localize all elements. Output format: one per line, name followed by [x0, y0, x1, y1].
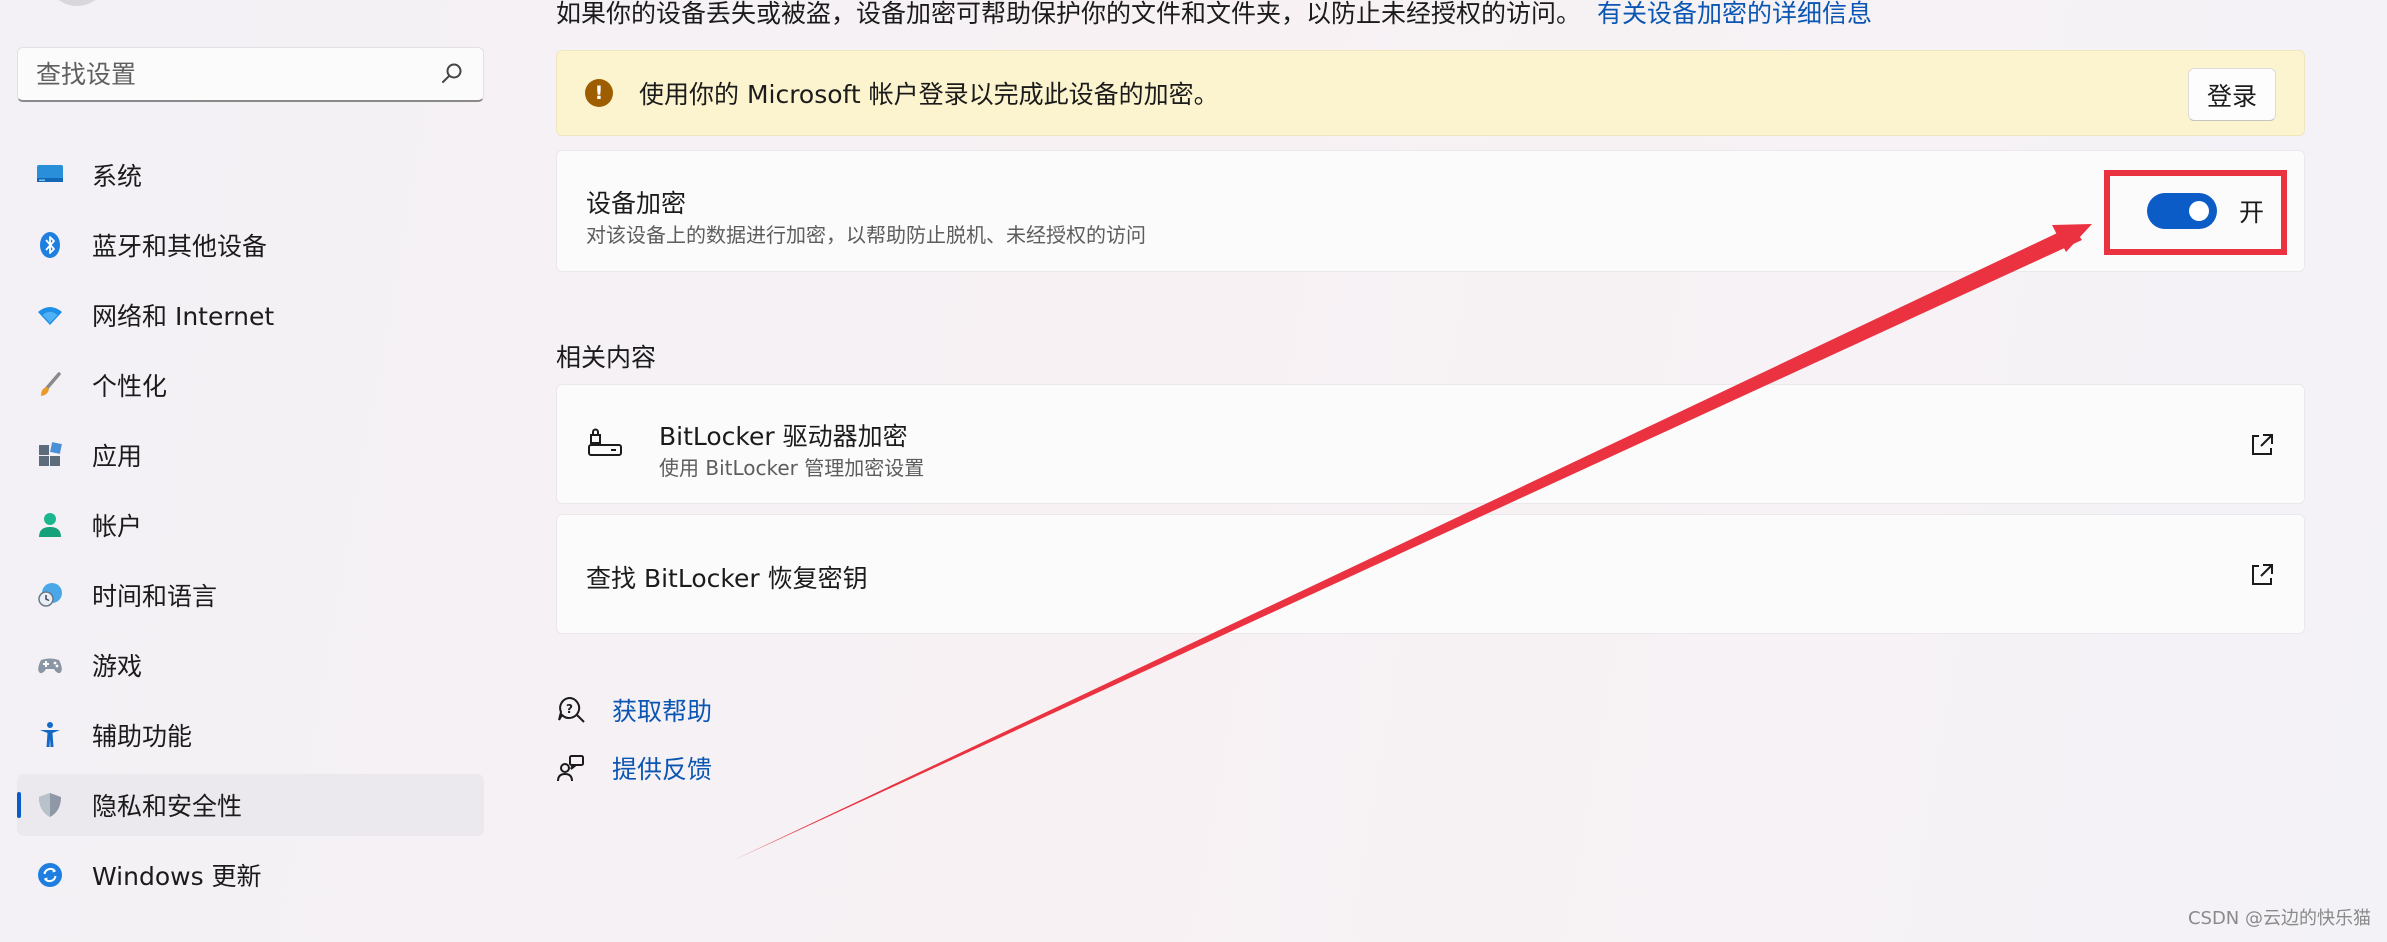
svg-text:?: ?	[566, 702, 573, 716]
bluetooth-icon	[35, 230, 65, 260]
banner-text: 使用你的 Microsoft 帐户登录以完成此设备的加密。	[639, 80, 1219, 109]
get-help-row: ? 获取帮助	[556, 690, 712, 730]
related-content-heading: 相关内容	[556, 343, 657, 372]
sidebar-item-apps[interactable]: 应用	[17, 424, 484, 486]
intro-paragraph: 如果你的设备丢失或被盗，设备加密可帮助保护你的文件和文件夹，以防止未经授权的访问…	[556, 0, 2305, 28]
sidebar-item-privacy-security[interactable]: 隐私和安全性	[17, 774, 484, 836]
accessibility-icon	[35, 720, 65, 750]
sidebar-item-label: 游戏	[92, 652, 143, 681]
sidebar-item-bluetooth[interactable]: 蓝牙和其他设备	[17, 214, 484, 276]
bitlocker-subtitle: 使用 BitLocker 管理加密设置	[659, 456, 925, 480]
gamepad-icon	[35, 650, 65, 680]
sidebar-item-personalization[interactable]: 个性化	[17, 354, 484, 416]
get-help-link[interactable]: 获取帮助	[612, 692, 712, 728]
bitlocker-recovery-key-card[interactable]: 查找 BitLocker 恢复密钥	[556, 514, 2305, 634]
external-link-icon	[2252, 564, 2273, 585]
toggle-state-label: 开	[2238, 198, 2264, 227]
avatar[interactable]	[46, 0, 108, 6]
sidebar-item-label: 网络和 Internet	[92, 302, 275, 331]
sidebar-item-label: 蓝牙和其他设备	[92, 232, 268, 261]
encryption-info-link[interactable]: 有关设备加密的详细信息	[1597, 0, 1872, 28]
feedback-link[interactable]: 提供反馈	[612, 750, 712, 786]
sidebar-item-windows-update[interactable]: Windows 更新	[17, 844, 484, 906]
wifi-icon	[35, 300, 65, 330]
sidebar-item-accessibility[interactable]: 辅助功能	[17, 704, 484, 766]
feedback-icon	[557, 755, 584, 782]
sidebar-item-label: 时间和语言	[92, 582, 218, 611]
search-input[interactable]	[36, 59, 439, 89]
search-icon[interactable]	[439, 61, 465, 87]
sidebar-item-label: 应用	[92, 442, 143, 471]
toggle-knob	[2188, 201, 2209, 221]
device-encryption-title: 设备加密	[586, 189, 687, 218]
sidebar-item-label: 系统	[92, 162, 143, 191]
globe-clock-icon	[35, 580, 65, 610]
feedback-row: 提供反馈	[556, 748, 712, 788]
search-box[interactable]	[17, 47, 484, 102]
shield-icon	[35, 790, 65, 820]
sidebar-item-network[interactable]: 网络和 Internet	[17, 284, 484, 346]
warning-icon: !	[585, 79, 613, 107]
sidebar-item-label: 隐私和安全性	[92, 792, 243, 821]
bitlocker-card[interactable]: BitLocker 驱动器加密 使用 BitLocker 管理加密设置	[556, 384, 2305, 504]
sidebar: 系统 蓝牙和其他设备 网络和 Internet 个性化 应用	[0, 0, 500, 942]
sidebar-item-label: 个性化	[92, 372, 168, 401]
signin-warning-banner: ! 使用你的 Microsoft 帐户登录以完成此设备的加密。 登录	[556, 50, 2305, 136]
sidebar-item-gaming[interactable]: 游戏	[17, 634, 484, 696]
sidebar-item-time-language[interactable]: 时间和语言	[17, 564, 484, 626]
recovery-key-title: 查找 BitLocker 恢复密钥	[586, 564, 868, 593]
brush-icon	[35, 370, 65, 400]
sidebar-nav: 系统 蓝牙和其他设备 网络和 Internet 个性化 应用 帐户 时间和语言 …	[17, 144, 484, 914]
watermark: CSDN @云边的快乐猫	[2187, 908, 2371, 929]
sidebar-item-accounts[interactable]: 帐户	[17, 494, 484, 556]
bitlocker-title: BitLocker 驱动器加密	[659, 422, 908, 451]
apps-icon	[35, 440, 65, 470]
signin-button[interactable]: 登录	[2188, 68, 2276, 121]
person-icon	[35, 510, 65, 540]
sidebar-item-system[interactable]: 系统	[17, 144, 484, 206]
drive-lock-icon	[588, 428, 622, 456]
refresh-icon	[35, 860, 65, 890]
sidebar-item-label: 帐户	[92, 512, 143, 541]
device-encryption-card: 设备加密 对该设备上的数据进行加密，以帮助防止脱机、未经授权的访问 开	[556, 150, 2305, 272]
monitor-icon	[35, 160, 65, 190]
external-link-icon	[2252, 434, 2273, 455]
device-encryption-subtitle: 对该设备上的数据进行加密，以帮助防止脱机、未经授权的访问	[586, 223, 1146, 247]
intro-text: 如果你的设备丢失或被盗，设备加密可帮助保护你的文件和文件夹，以防止未经授权的访问…	[556, 0, 1582, 28]
sidebar-item-label: 辅助功能	[92, 722, 193, 751]
sidebar-item-label: Windows 更新	[92, 862, 262, 891]
device-encryption-toggle-group: 开	[2146, 193, 2264, 229]
help-chat-icon: ?	[558, 696, 585, 723]
device-encryption-toggle[interactable]	[2146, 193, 2217, 229]
